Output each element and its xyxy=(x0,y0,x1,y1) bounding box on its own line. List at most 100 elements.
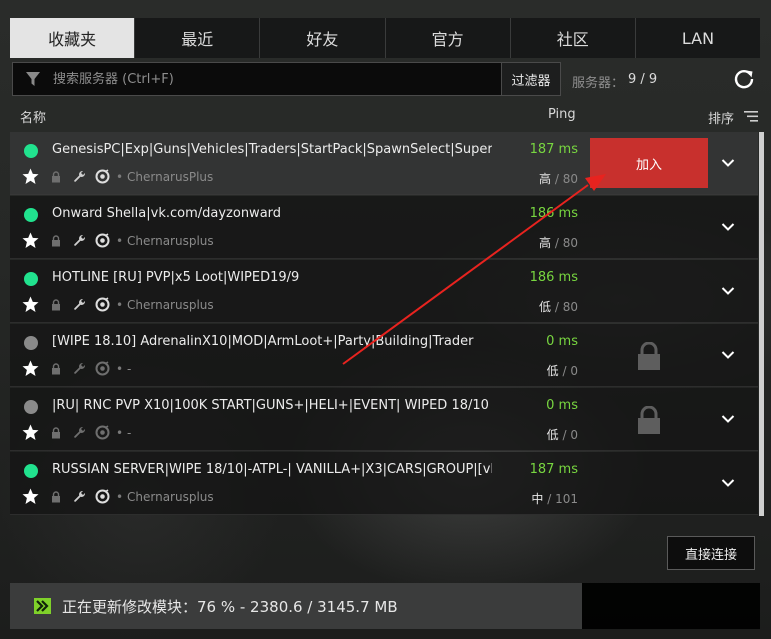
server-row[interactable]: [WIPE 18.10] AdrenalinX10|MOD|ArmLoot+|P… xyxy=(10,324,758,387)
mods-icon xyxy=(95,297,110,312)
player-count: 低 / 0 xyxy=(547,362,578,379)
lock-icon xyxy=(52,235,60,247)
ping-value: 186 ms xyxy=(529,206,578,221)
server-browser: 收藏夹 最近 好友 官方 社区 LAN 过滤器 服务器： 9 / 9 名称 Pi… xyxy=(10,0,764,639)
download-arrows-icon xyxy=(34,598,51,614)
scrollbar-thumb[interactable] xyxy=(759,132,764,516)
lock-icon xyxy=(638,406,660,434)
status-dot xyxy=(24,272,38,286)
chevron-down-icon[interactable] xyxy=(721,414,735,424)
tab-favorites[interactable]: 收藏夹 xyxy=(10,18,136,58)
search-bar: 过滤器 服务器： 9 / 9 xyxy=(10,60,760,98)
population-level: 低 xyxy=(546,428,559,442)
players-separator: / xyxy=(562,428,567,442)
lock-icon xyxy=(638,342,660,370)
separator-dot: • xyxy=(116,170,124,184)
chevron-down-icon[interactable] xyxy=(721,158,735,168)
players-separator: / xyxy=(554,300,559,314)
ping-value: 186 ms xyxy=(529,270,578,285)
server-row[interactable]: Onward Shella|vk.com/dayzonward • Chernaru… xyxy=(10,196,758,259)
scrollbar[interactable] xyxy=(759,132,764,516)
separator-dot: • xyxy=(116,298,124,312)
server-row[interactable]: RUSSIAN SERVER|WIPE 18/10|-ATPL-| VANILL… xyxy=(10,452,758,515)
mods-icon xyxy=(95,233,110,248)
chevron-down-icon[interactable] xyxy=(721,222,735,232)
ping-value: 187 ms xyxy=(529,462,578,477)
max-players: 0 xyxy=(570,364,578,378)
status-dot xyxy=(24,464,38,478)
tab-friends[interactable]: 好友 xyxy=(260,18,386,58)
player-count: 中 / 101 xyxy=(531,490,578,507)
separator-dot: • xyxy=(116,490,124,504)
map-name: - xyxy=(127,426,132,440)
map-name: Chernarusplus xyxy=(127,234,214,248)
server-row[interactable]: HOTLINE [RU] PVP|x5 Loot|WIPED19/9 • Chern… xyxy=(10,260,758,323)
population-level: 低 xyxy=(546,364,559,378)
tab-bar: 收藏夹 最近 好友 官方 社区 LAN xyxy=(10,18,761,58)
lock-icon xyxy=(52,427,60,439)
server-name: Onward Shella|vk.com/dayzonward xyxy=(52,206,282,221)
player-count: 高 / 80 xyxy=(539,170,578,187)
max-players: 80 xyxy=(562,172,578,186)
max-players: 0 xyxy=(570,428,578,442)
population-level: 中 xyxy=(531,492,544,506)
separator-dot: • xyxy=(116,234,124,248)
star-icon[interactable] xyxy=(22,168,39,185)
tab-community[interactable]: 社区 xyxy=(510,18,636,58)
population-level: 高 xyxy=(539,172,552,186)
server-name: GenesisPC|Exp|Guns|Vehicles|Traders|Star… xyxy=(52,142,492,157)
map-name: - xyxy=(127,362,132,376)
max-players: 80 xyxy=(562,300,578,314)
separator-dot: • xyxy=(116,362,124,376)
players-separator: / xyxy=(562,364,567,378)
chevron-down-icon[interactable] xyxy=(721,478,735,488)
status-dot xyxy=(24,208,38,222)
player-count: 低 / 0 xyxy=(547,426,578,443)
wrench-icon xyxy=(74,298,86,310)
player-count: 高 / 80 xyxy=(539,234,578,251)
players-separator: / xyxy=(547,492,552,506)
status-dot xyxy=(24,336,38,350)
map-name: ChernarusPlus xyxy=(127,170,214,184)
mods-icon xyxy=(95,169,110,184)
wrench-icon xyxy=(74,170,86,182)
wrench-icon xyxy=(74,362,86,374)
wrench-icon xyxy=(74,490,86,502)
tab-recent[interactable]: 最近 xyxy=(135,18,261,58)
server-row[interactable]: GenesisPC|Exp|Guns|Vehicles|Traders|Star… xyxy=(10,132,758,195)
column-name[interactable]: 名称 xyxy=(20,107,46,126)
ping-value: 187 ms xyxy=(529,142,578,157)
funnel-icon xyxy=(26,72,40,86)
refresh-icon[interactable] xyxy=(733,68,755,90)
tab-lan[interactable]: LAN xyxy=(635,18,761,58)
star-icon[interactable] xyxy=(22,360,39,377)
ping-value: 0 ms xyxy=(546,334,578,349)
join-button[interactable]: 加入 xyxy=(590,138,708,188)
sort-button[interactable]: 排序 xyxy=(708,108,734,127)
max-players: 101 xyxy=(555,492,578,506)
sort-lines-icon[interactable] xyxy=(744,111,758,122)
chevron-down-icon[interactable] xyxy=(721,350,735,360)
server-list: GenesisPC|Exp|Guns|Vehicles|Traders|Star… xyxy=(10,132,760,516)
mods-icon xyxy=(95,425,110,440)
status-bar: 正在更新修改模块：76 % - 2380.6 / 3145.7 MB xyxy=(10,583,582,629)
tab-official[interactable]: 官方 xyxy=(385,18,511,58)
star-icon[interactable] xyxy=(22,296,39,313)
filter-button[interactable]: 过滤器 xyxy=(501,62,561,96)
server-row[interactable]: |RU| RNC PVP X10|100K START|GUNS+|HELI+|… xyxy=(10,388,758,451)
star-icon[interactable] xyxy=(22,488,39,505)
column-ping[interactable]: Ping xyxy=(548,107,576,122)
player-count: 低 / 80 xyxy=(539,298,578,315)
map-name: Chernarusplus xyxy=(127,298,214,312)
chevron-down-icon[interactable] xyxy=(721,286,735,296)
status-text: 正在更新修改模块：76 % - 2380.6 / 3145.7 MB xyxy=(62,598,398,616)
separator-dot: • xyxy=(116,426,124,440)
direct-connect-button[interactable]: 直接连接 xyxy=(667,536,755,570)
players-separator: / xyxy=(554,172,559,186)
mods-icon xyxy=(95,361,110,376)
wrench-icon xyxy=(74,234,86,246)
star-icon[interactable] xyxy=(22,424,39,441)
search-input[interactable] xyxy=(53,63,493,95)
star-icon[interactable] xyxy=(22,232,39,249)
server-name: [WIPE 18.10] AdrenalinX10|MOD|ArmLoot+|P… xyxy=(52,334,474,349)
